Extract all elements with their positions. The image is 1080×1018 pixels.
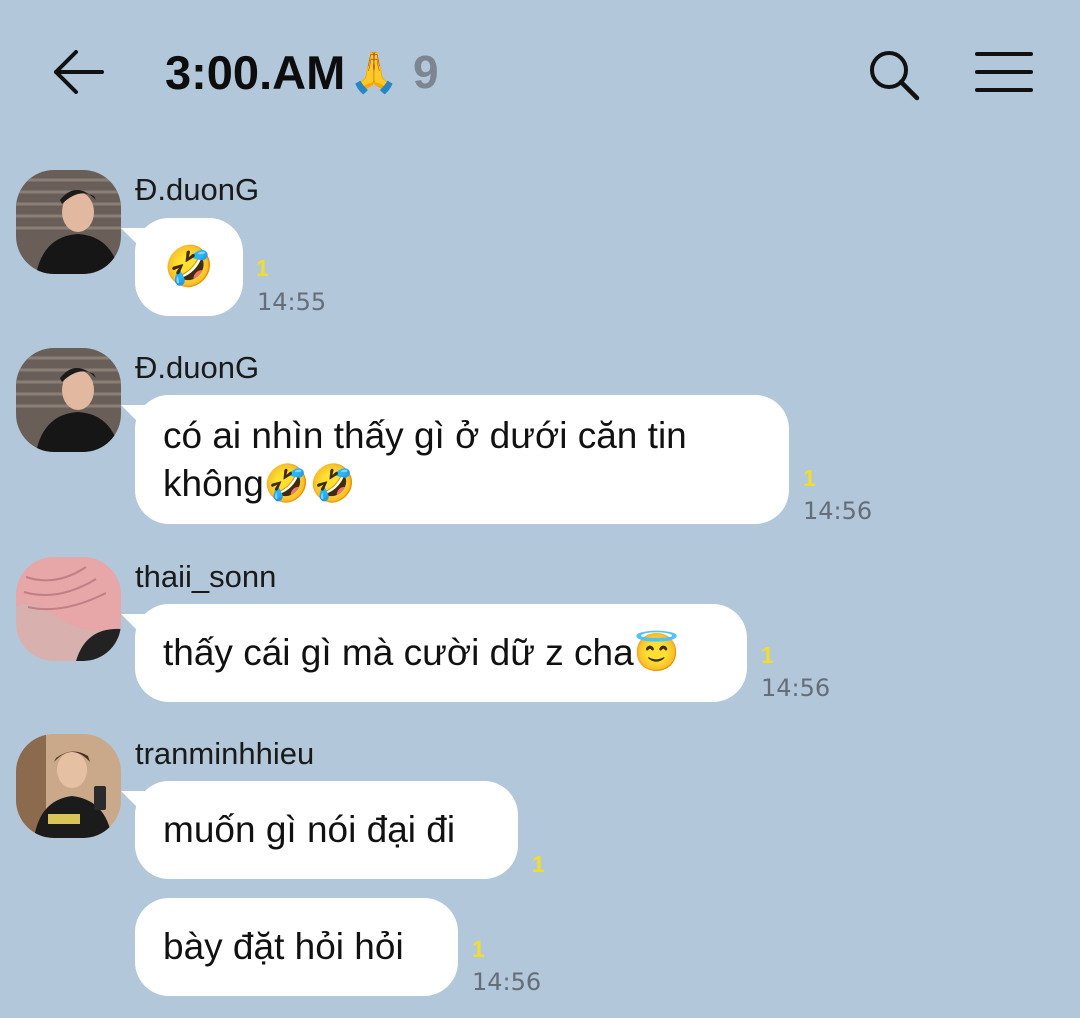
message-text: 🤣 [164, 245, 214, 289]
sender-name: Đ.duonG [135, 172, 260, 207]
unread-count: 1 [803, 465, 816, 491]
message-bubble[interactable]: 🤣 [135, 218, 243, 316]
user-avatar-image [16, 557, 121, 661]
avatar[interactable] [16, 348, 121, 452]
search-icon [870, 51, 920, 101]
user-avatar-image [16, 348, 121, 452]
message-text: bày đặt hỏi hỏi [163, 926, 404, 967]
sender-name: Đ.duonG [135, 350, 260, 385]
menu-button[interactable] [974, 48, 1034, 96]
unread-count: 1 [532, 851, 545, 877]
member-count: 9 [413, 46, 439, 98]
message-time: 14:56 [761, 674, 831, 702]
message-text: thấy cái gì mà cười dữ z cha😇 [163, 632, 680, 673]
unread-count: 1 [256, 255, 269, 281]
back-button[interactable] [52, 48, 106, 96]
message-text-line: có ai nhìn thấy gì ở dưới căn tin [163, 414, 687, 456]
sender-name: thaii_sonn [135, 559, 277, 594]
message-bubble[interactable]: muốn gì nói đại đi [135, 781, 518, 879]
avatar[interactable] [16, 734, 121, 838]
sender-name: tranminhhieu [135, 736, 315, 771]
chat-title: 3:00.AM [165, 45, 346, 99]
unread-count: 1 [761, 642, 774, 668]
chat-title-group[interactable]: 3:00.AM 🙏 9 [165, 40, 439, 104]
message-bubble[interactable]: có ai nhìn thấy gì ở dưới căn tin không🤣… [135, 395, 789, 524]
message-time: 14:56 [803, 497, 873, 525]
user-avatar-image [16, 734, 121, 838]
menu-icon [975, 52, 1033, 92]
avatar[interactable] [16, 170, 121, 274]
back-arrow-icon [54, 50, 104, 94]
message-text-line: không🤣🤣 [163, 462, 356, 504]
message-bubble[interactable]: bày đặt hỏi hỏi [135, 898, 458, 996]
message-time: 14:55 [257, 288, 327, 316]
message-time: 14:56 [472, 968, 542, 996]
avatar[interactable] [16, 557, 121, 661]
unread-count: 1 [472, 936, 485, 962]
pray-emoji: 🙏 [349, 49, 400, 96]
message-text: muốn gì nói đại đi [163, 809, 456, 850]
user-avatar-image [16, 170, 121, 274]
search-button[interactable] [866, 47, 922, 103]
chat-header: 3:00.AM 🙏 9 [0, 0, 1080, 145]
message-bubble[interactable]: thấy cái gì mà cười dữ z cha😇 [135, 604, 747, 702]
